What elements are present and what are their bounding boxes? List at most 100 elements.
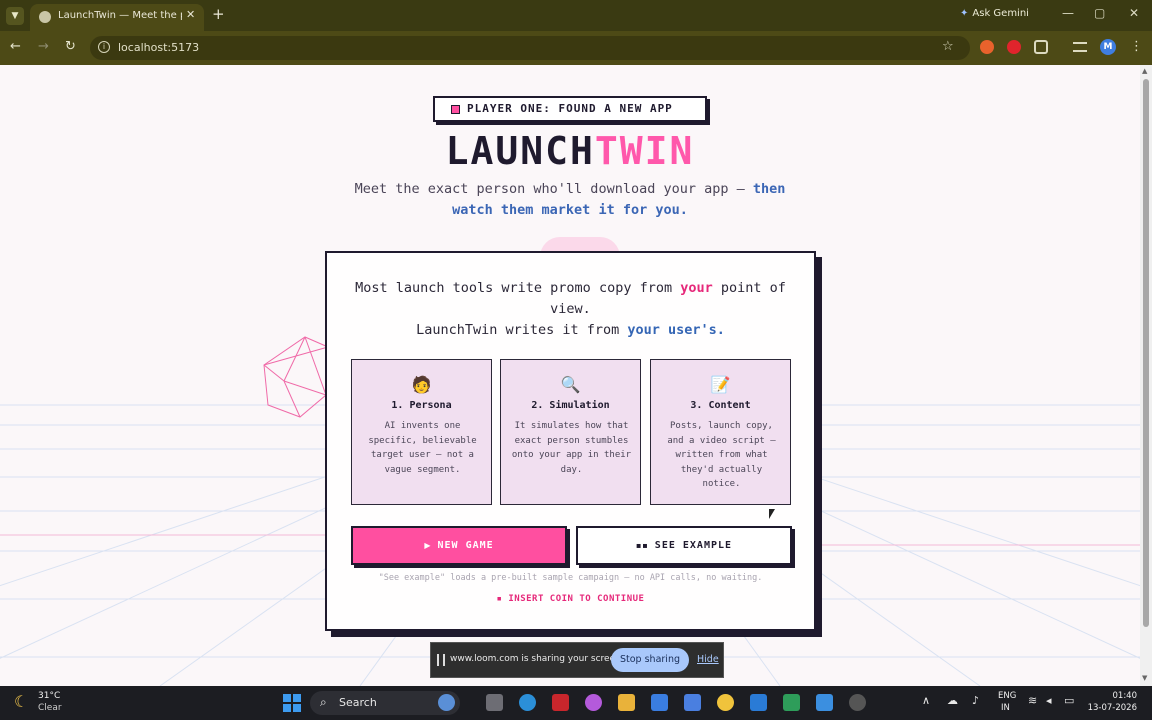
feature-title: 2. Simulation	[531, 400, 610, 411]
intro-line-1: Most launch tools write promo copy from	[355, 280, 681, 296]
feature-card-persona: 🧑 1. Persona AI invents one specific, be…	[351, 359, 492, 505]
logo-twin: TWIN	[594, 129, 695, 173]
scroll-down-icon[interactable]: ▼	[1142, 674, 1147, 682]
player-one-badge: PLAYER ONE: FOUND A NEW APP	[433, 96, 707, 122]
tab-close-icon[interactable]: ✕	[186, 8, 195, 21]
copilot-app-icon[interactable]	[438, 694, 455, 711]
forward-arrow-icon[interactable]: →	[38, 39, 49, 54]
feature-card-content: 📝 3. Content Posts, launch copy, and a v…	[650, 359, 791, 505]
back-arrow-icon[interactable]: ←	[10, 39, 21, 54]
feature-description: It simulates how that exact person stumb…	[511, 421, 632, 475]
windows-taskbar: ☾ 31°C Clear ⌕ Search ∧ ☁ ♪ ENG IN ≋ ◂ ▭…	[0, 686, 1152, 720]
memo-icon: 📝	[710, 375, 731, 394]
language-indicator[interactable]: ENG	[998, 691, 1016, 701]
edge-browser-icon[interactable]	[519, 694, 536, 711]
scroll-thumb[interactable]	[1143, 79, 1149, 627]
microphone-icon[interactable]: ♪	[972, 694, 979, 707]
new-tab-button[interactable]: +	[212, 5, 225, 23]
feature-description: Posts, launch copy, and a video script —…	[667, 421, 776, 489]
pink-square-icon	[451, 105, 460, 114]
extension-fox-icon[interactable]	[980, 40, 994, 54]
start-windows-icon[interactable]	[283, 694, 301, 712]
task-view-icon[interactable]	[486, 694, 503, 711]
tagline: Meet the exact person who'll download yo…	[345, 179, 795, 221]
vscode-icon[interactable]	[750, 694, 767, 711]
input-region[interactable]: IN	[1001, 703, 1010, 713]
stop-sharing-button[interactable]: Stop sharing	[611, 648, 689, 672]
browser-toolbar: ← → ↻ i localhost:5173 ☆ M ⋮	[0, 31, 1152, 65]
feature-description: AI invents one specific, believable targ…	[368, 421, 477, 475]
search-icon: ⌕	[320, 695, 327, 709]
restore-button[interactable]: ▢	[1094, 6, 1105, 20]
browser-tab-strip: ▼ LaunchTwin — Meet the person ✕ + ✦Ask …	[0, 0, 1152, 31]
insert-coin-text: ▪ INSERT COIN TO CONTINUE	[496, 594, 645, 604]
profile-avatar[interactable]: M	[1100, 39, 1116, 55]
reload-icon[interactable]: ↻	[65, 39, 76, 54]
tagline-plain: Meet the exact person who'll download yo…	[354, 181, 753, 197]
new-game-button[interactable]: ▶ NEW GAME	[351, 526, 567, 565]
hide-banner-link[interactable]: Hide	[697, 654, 719, 665]
badge-text: PLAYER ONE: FOUND A NEW APP	[467, 102, 673, 115]
extension-red-icon[interactable]	[1007, 40, 1021, 54]
see-example-label: SEE EXAMPLE	[654, 540, 733, 551]
media-controls-icon[interactable]	[1073, 42, 1087, 52]
feature-title: 3. Content	[690, 400, 751, 411]
minimize-button[interactable]: —	[1062, 6, 1074, 20]
tab-search-icon[interactable]: ▼	[6, 7, 24, 25]
gemini-spark-icon: ✦	[960, 8, 969, 19]
tab-title: LaunchTwin — Meet the person	[58, 10, 182, 21]
app-icon[interactable]	[816, 694, 833, 711]
feature-card-simulation: 🔍 2. Simulation It simulates how that ex…	[500, 359, 641, 505]
play-icon: ▶	[424, 541, 432, 550]
ask-gemini-button[interactable]: ✦ Ask Gemini	[960, 8, 1029, 19]
cloud-icon[interactable]: ☁	[947, 694, 958, 707]
weather-temperature[interactable]: 31°C	[38, 691, 60, 701]
copilot-icon[interactable]	[585, 694, 602, 711]
globe-icon	[39, 11, 51, 23]
window-close-button[interactable]: ✕	[1129, 6, 1139, 20]
bookmark-star-icon[interactable]: ☆	[942, 39, 954, 54]
chrome-icon[interactable]	[717, 694, 734, 711]
address-bar[interactable]: i localhost:5173 ☆	[90, 36, 970, 60]
clock-date[interactable]: 13-07-2026	[1083, 703, 1137, 713]
feature-title: 1. Persona	[391, 400, 452, 411]
intro-card: Most launch tools write promo copy from …	[325, 251, 816, 631]
wifi-icon[interactable]: ≋	[1028, 694, 1037, 707]
browser-menu-icon[interactable]: ⋮	[1130, 39, 1143, 54]
logo: LAUNCHTWIN	[0, 129, 1140, 173]
taskbar-search-label: Search	[339, 696, 377, 709]
file-explorer-icon[interactable]	[618, 694, 635, 711]
microsoft-store-icon[interactable]	[651, 694, 668, 711]
magnifier-icon: 🔍	[560, 375, 581, 394]
pause-icon[interactable]	[437, 654, 445, 666]
media-player-icon[interactable]	[849, 694, 866, 711]
scroll-up-icon[interactable]: ▲	[1142, 67, 1147, 75]
example-note: "See example" loads a pre-built sample c…	[378, 573, 763, 583]
battery-icon[interactable]: ▭	[1064, 694, 1074, 707]
mcafee-icon[interactable]	[552, 694, 569, 711]
see-example-button[interactable]: ▪▪ SEE EXAMPLE	[576, 526, 792, 565]
mouse-cursor-icon	[769, 509, 775, 519]
intro-users: your user's.	[627, 322, 725, 338]
weather-condition[interactable]: Clear	[38, 703, 62, 713]
outlook-icon[interactable]	[684, 694, 701, 711]
ask-gemini-label: Ask Gemini	[972, 8, 1029, 19]
intro-your: your	[680, 280, 713, 296]
intro-text: Most launch tools write promo copy from …	[347, 278, 794, 341]
moon-weather-icon[interactable]: ☾	[14, 692, 28, 711]
logo-launch: LAUNCH	[445, 129, 595, 173]
page-scrollbar[interactable]: ▲ ▼	[1140, 65, 1152, 686]
screen-share-banner: www.loom.com is sharing your screen. Sto…	[430, 642, 724, 678]
site-info-icon[interactable]: i	[98, 41, 110, 53]
new-game-label: NEW GAME	[437, 540, 494, 551]
pause-icon: ▪▪	[635, 541, 649, 550]
notepad-icon[interactable]	[783, 694, 800, 711]
address-url[interactable]: localhost:5173	[118, 41, 199, 54]
chevron-up-icon[interactable]: ∧	[922, 694, 930, 707]
browser-tab[interactable]: LaunchTwin — Meet the person ✕	[30, 4, 204, 31]
clock-time[interactable]: 01:40	[1093, 691, 1138, 701]
volume-icon[interactable]: ◂	[1046, 694, 1052, 707]
extensions-puzzle-icon[interactable]	[1034, 40, 1048, 54]
persona-icon: 🧑	[411, 375, 432, 394]
share-banner-text: www.loom.com is sharing your screen.	[450, 654, 624, 664]
